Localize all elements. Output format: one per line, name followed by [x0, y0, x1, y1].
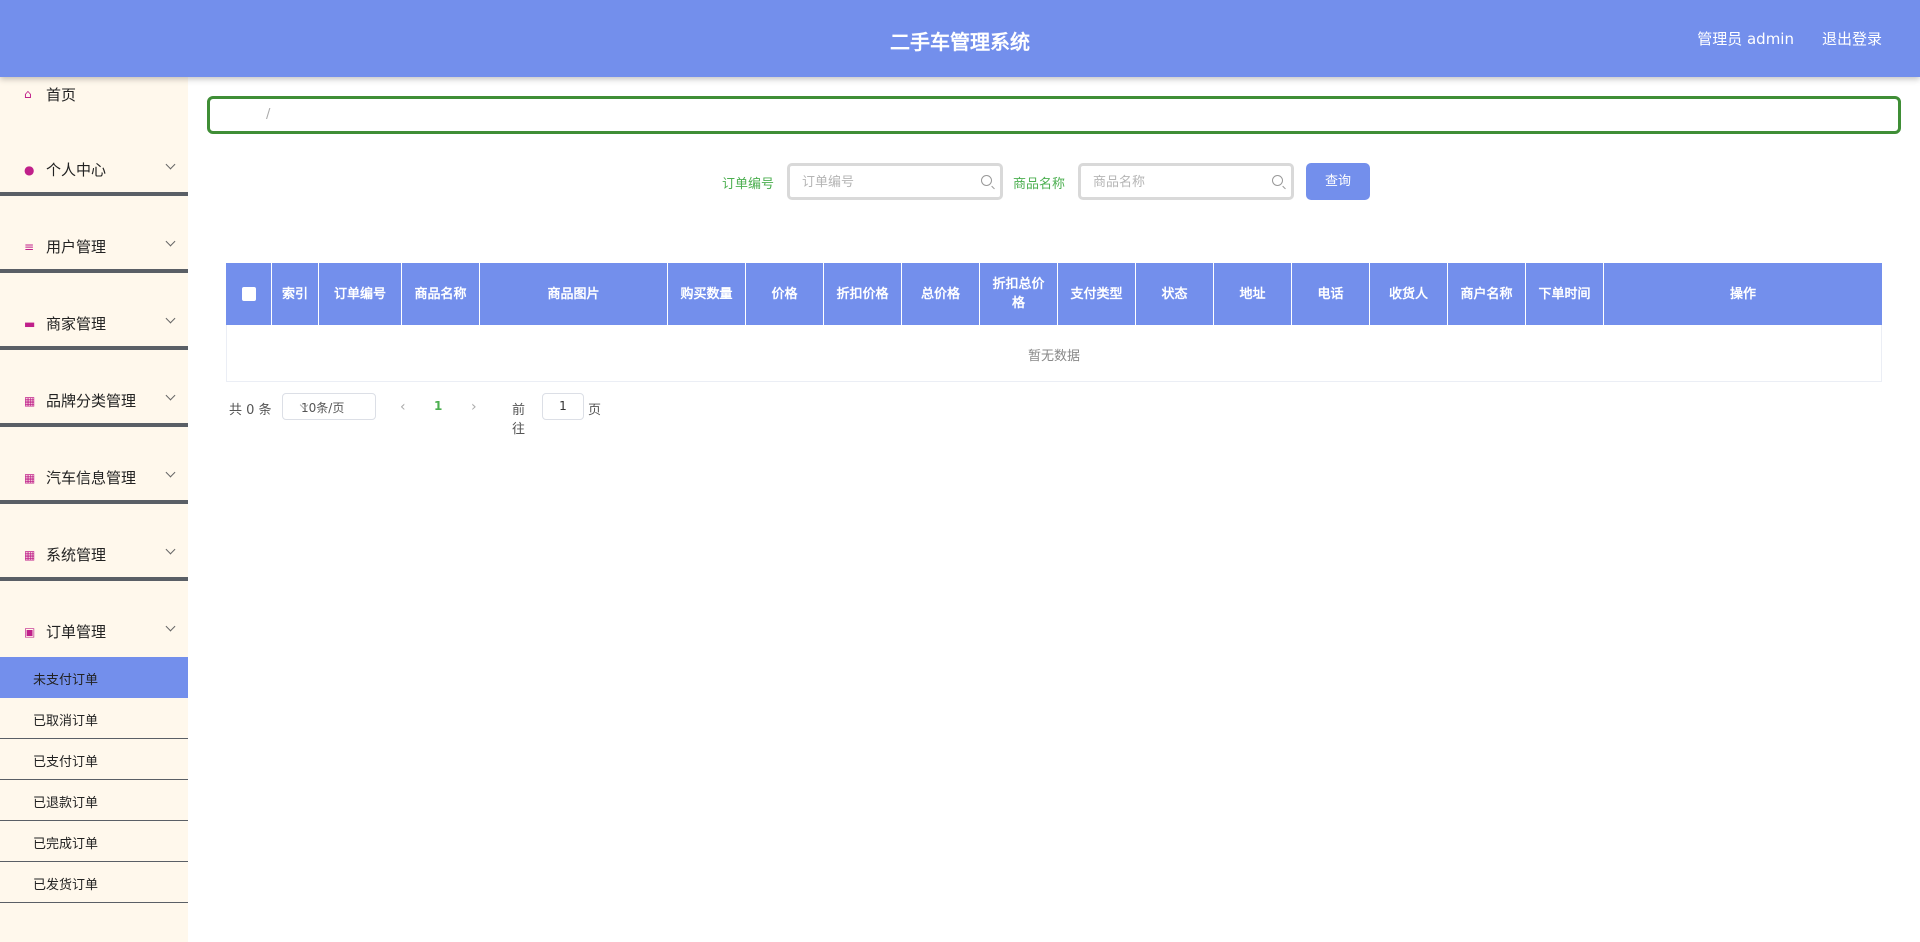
- sidebar: ⌂ 首页 ● 个人中心 ≡ 用户管理 ▬ 商家管理 ▦ 品牌分类管理 ▦ 汽车信…: [0, 77, 188, 942]
- prev-page-icon[interactable]: ‹: [400, 399, 406, 415]
- select-all-checkbox[interactable]: [241, 287, 256, 301]
- submenu-label: 已完成订单: [33, 837, 99, 852]
- top-header: 二手车管理系统 管理员 admin 退出登录: [0, 0, 1920, 77]
- grid-icon: ▦: [24, 394, 36, 408]
- sidebar-item-profile[interactable]: ● 个人中心: [0, 143, 188, 195]
- table-body: 暂无数据: [226, 325, 1882, 382]
- chevron-down-icon: [165, 544, 176, 555]
- total-count: 共 0 条: [229, 403, 272, 418]
- app-title: 二手车管理系统: [890, 30, 1030, 54]
- current-user: 管理员 admin: [1697, 30, 1794, 48]
- page-size-value: 10条/页: [301, 401, 345, 415]
- chevron-down-icon: [165, 159, 176, 170]
- submenu-refunded-orders[interactable]: 已退款订单: [0, 780, 188, 821]
- table-header: 索引 订单编号 商品名称 商品图片 购买数量 价格 折扣价格 总价格 折扣总价格…: [226, 263, 1882, 325]
- column-header: 价格: [746, 263, 824, 325]
- breadcrumb-separator: /: [266, 107, 271, 122]
- chevron-down-icon: [165, 467, 176, 478]
- sidebar-item-label: 品牌分类管理: [46, 392, 137, 410]
- column-header: 电话: [1292, 263, 1370, 325]
- submenu-label: 未支付订单: [33, 673, 99, 688]
- column-header: 操作: [1729, 286, 1756, 302]
- chevron-down-icon: [165, 236, 176, 247]
- chevron-down-icon: [165, 390, 176, 401]
- submenu-label: 已发货订单: [33, 878, 99, 893]
- search-icon: [1272, 175, 1283, 186]
- submenu-cancelled-orders[interactable]: 已取消订单: [0, 698, 188, 739]
- column-header: 订单编号: [319, 263, 402, 325]
- column-header: 状态: [1136, 263, 1214, 325]
- column-header: 索引: [272, 263, 319, 325]
- product-name-field[interactable]: [1078, 163, 1294, 200]
- sidebar-item-label: 订单管理: [46, 623, 107, 641]
- sidebar-item-label: 首页: [46, 86, 77, 104]
- wallet-icon: ▣: [24, 625, 36, 639]
- sidebar-item-cars[interactable]: ▦ 汽车信息管理: [0, 451, 188, 503]
- page-size-select[interactable]: 10条/页: [282, 393, 376, 420]
- product-name-label: 商品名称: [1013, 177, 1066, 192]
- column-header: 支付类型: [1058, 263, 1136, 325]
- column-header: 下单时间: [1526, 263, 1604, 325]
- column-header: 折扣总价格: [980, 263, 1058, 325]
- home-icon: ⌂: [24, 87, 32, 101]
- person-icon: ●: [24, 163, 35, 177]
- sidebar-item-home[interactable]: ⌂ 首页: [0, 77, 188, 117]
- sidebar-item-label: 系统管理: [46, 546, 107, 564]
- orders-table: 索引 订单编号 商品名称 商品图片 购买数量 价格 折扣价格 总价格 折扣总价格…: [226, 263, 1882, 382]
- chevron-up-icon: [165, 621, 176, 632]
- product-name-input[interactable]: [1093, 172, 1263, 192]
- page-number[interactable]: 1: [434, 399, 442, 413]
- sidebar-item-merchants[interactable]: ▬ 商家管理: [0, 297, 188, 349]
- column-header: 地址: [1214, 263, 1292, 325]
- sidebar-item-label: 用户管理: [46, 238, 107, 256]
- sidebar-item-label: 个人中心: [46, 161, 107, 179]
- submenu-unpaid-orders[interactable]: 未支付订单: [0, 657, 188, 698]
- goto-page-input[interactable]: 1: [542, 393, 584, 420]
- submenu-completed-orders[interactable]: 已完成订单: [0, 821, 188, 862]
- column-header: 购买数量: [668, 263, 746, 325]
- grid-icon: ▦: [24, 548, 36, 562]
- sidebar-item-orders[interactable]: ▣ 订单管理: [0, 605, 188, 657]
- sidebar-item-label: 商家管理: [46, 315, 107, 333]
- order-no-input[interactable]: [802, 172, 972, 192]
- sliders-icon: ≡: [24, 240, 35, 254]
- query-button[interactable]: 查询: [1306, 163, 1370, 200]
- submenu-label: 已支付订单: [33, 755, 99, 770]
- monitor-icon: ▬: [24, 317, 36, 331]
- column-header: 折扣价格: [824, 263, 902, 325]
- page-suffix: 页: [588, 403, 602, 418]
- column-header: 商品图片: [480, 263, 668, 325]
- chevron-down-icon: [165, 313, 176, 324]
- sidebar-item-label: 汽车信息管理: [46, 469, 137, 487]
- column-header: 商户名称: [1448, 263, 1526, 325]
- order-no-label: 订单编号: [722, 177, 775, 192]
- submenu-shipped-orders[interactable]: 已发货订单: [0, 862, 188, 903]
- search-icon: [981, 175, 992, 186]
- logout-button[interactable]: 退出登录: [1822, 28, 1882, 49]
- next-page-icon[interactable]: ›: [471, 399, 477, 415]
- grid-icon: ▦: [24, 471, 36, 485]
- order-no-field[interactable]: [787, 163, 1003, 200]
- sidebar-item-users[interactable]: ≡ 用户管理: [0, 220, 188, 272]
- column-header: 总价格: [902, 263, 980, 325]
- column-header: 商品名称: [402, 263, 480, 325]
- select-all-checkbox-cell[interactable]: [226, 263, 272, 325]
- sidebar-item-brands[interactable]: ▦ 品牌分类管理: [0, 374, 188, 426]
- sidebar-item-system[interactable]: ▦ 系统管理: [0, 528, 188, 580]
- submenu-label: 已取消订单: [33, 714, 99, 729]
- submenu-label: 已退款订单: [33, 796, 99, 811]
- empty-state: 暂无数据: [1027, 349, 1080, 364]
- column-header: 收货人: [1370, 263, 1448, 325]
- goto-label: 前往: [512, 403, 526, 437]
- breadcrumb: /: [207, 96, 1901, 134]
- submenu-paid-orders[interactable]: 已支付订单: [0, 739, 188, 780]
